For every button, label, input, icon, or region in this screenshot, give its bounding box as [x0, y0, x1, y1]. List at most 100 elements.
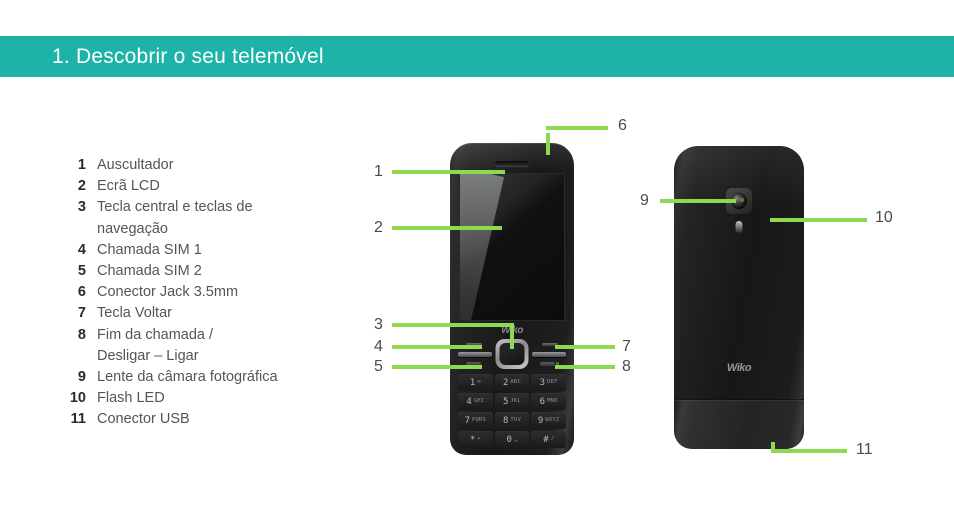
legend-number: 9	[77, 369, 86, 386]
key-letters: ♪	[550, 436, 555, 443]
leader-line-2	[392, 226, 502, 230]
legend-number: 1	[77, 157, 86, 173]
phone-back-illustration: Wiko	[674, 146, 804, 449]
legend-number: 11	[70, 411, 86, 428]
keypad-key: 6 MNO	[531, 393, 566, 410]
keypad-key: 1 ∞	[458, 374, 493, 391]
leader-line-8	[555, 365, 615, 369]
legend-number: 7	[77, 305, 86, 322]
key-digit: 2	[503, 377, 509, 388]
keypad-key: 4 GHI	[458, 393, 493, 410]
callout-number-7: 7	[622, 338, 631, 355]
page-title: 1. Descobrir o seu telemóvel	[52, 45, 324, 68]
page-root: 1. Descobrir o seu telemóvel 1 Auscultad…	[0, 0, 954, 527]
callout-number-11: 11	[856, 441, 873, 458]
list-item: 10 Flash LED	[58, 388, 358, 409]
legend-label: Conector USB	[97, 411, 190, 428]
list-item: 3 Tecla central e teclas de	[58, 197, 358, 218]
list-item: 1 Auscultador	[58, 155, 358, 176]
legend-label: Tecla central e teclas de	[97, 199, 253, 216]
key-letters: ∞	[477, 379, 481, 386]
callout-number-10: 10	[875, 209, 893, 226]
key-letters: ABC	[510, 379, 521, 386]
back-bottom-cap	[674, 399, 804, 449]
legend-label: Tecla Voltar	[97, 305, 172, 322]
keypad-key: 7 PQRS	[458, 412, 493, 429]
list-item: 6 Conector Jack 3.5mm	[58, 282, 358, 303]
keypad-key: 3 DEF	[531, 374, 566, 391]
call-key-sim1	[458, 352, 492, 357]
leader-line-11	[771, 449, 847, 453]
list-item: 5 Chamada SIM 2	[58, 261, 358, 282]
leader-line-7	[555, 345, 615, 349]
brand-logo-back: Wiko	[726, 362, 752, 374]
legend-label-continuation: Desligar – Ligar	[97, 347, 199, 364]
callout-number-6: 6	[618, 117, 627, 134]
legend-label: Ecrã LCD	[97, 178, 160, 195]
leader-line-9	[660, 199, 736, 203]
legend-label: Auscultador	[97, 157, 174, 173]
legend-label: Fim da chamada /	[97, 326, 214, 343]
key-letters: +	[477, 436, 481, 443]
legend-number: 3	[77, 199, 86, 216]
callout-number-9: 9	[640, 192, 649, 209]
key-digit: 0	[506, 434, 512, 445]
legend-label: Lente da câmara fotográfica	[97, 369, 278, 386]
leader-line-10	[770, 218, 867, 222]
callout-number-1: 1	[374, 163, 383, 180]
key-digit: 5	[503, 396, 509, 407]
key-digit: *	[469, 434, 476, 445]
list-item: 11 Conector USB	[58, 409, 358, 430]
key-letters: MNO	[547, 398, 558, 405]
legend-label: Flash LED	[97, 390, 165, 407]
key-letters: GHI	[473, 398, 485, 405]
keypad-key: # ♪	[531, 431, 566, 448]
key-letters: PQRS	[472, 417, 487, 424]
callout-number-8: 8	[622, 358, 631, 375]
leader-line-5	[392, 365, 482, 369]
legend-number: 10	[69, 390, 86, 407]
legend-number: 6	[77, 284, 86, 301]
legend-label: Chamada SIM 2	[97, 263, 202, 280]
callout-number-5: 5	[374, 358, 383, 375]
leader-line-6	[546, 126, 608, 130]
call-key-sim2	[532, 352, 566, 357]
keypad-key: 9 WXYZ	[531, 412, 566, 429]
legend-number: 2	[77, 178, 86, 195]
key-digit: #	[543, 434, 549, 445]
list-item: 2 Ecrã LCD	[58, 176, 358, 197]
callout-number-3: 3	[374, 316, 383, 333]
key-digit: 3	[539, 377, 546, 388]
key-digit: 8	[503, 415, 509, 426]
keypad-key: 0 ␣	[494, 431, 530, 448]
callout-number-4: 4	[374, 338, 383, 355]
leader-line-1	[392, 170, 505, 174]
key-digit: 6	[539, 396, 546, 407]
list-item: 9 Lente da câmara fotográfica	[58, 367, 358, 388]
leader-line-3	[392, 323, 512, 327]
key-digit: 9	[537, 415, 544, 426]
earpiece-speaker	[495, 161, 529, 166]
list-item: 8 Fim da chamada /	[58, 325, 358, 346]
keypad-key: 2 ABC	[494, 374, 530, 391]
legend-label: Chamada SIM 1	[97, 241, 202, 258]
key-letters: DEF	[547, 379, 558, 386]
key-letters: TUV	[510, 417, 521, 424]
phone-front-illustration: Wiko 1 ∞ 2 ABC 3 DEF 4 GH	[450, 143, 574, 455]
key-digit: 1	[469, 377, 476, 388]
keypad-key: 5 JKL	[494, 393, 530, 410]
keypad-key: 8 TUV	[494, 412, 530, 429]
key-letters: JKL	[510, 398, 521, 405]
key-letters: ␣	[513, 436, 518, 443]
legend-number: 8	[77, 326, 86, 343]
legend-number: 4	[77, 241, 86, 258]
keypad-key: * +	[458, 431, 493, 448]
flash-led-icon	[735, 221, 743, 233]
legend-number: 5	[77, 263, 86, 280]
list-item: 7 Tecla Voltar	[58, 303, 358, 324]
legend-label-continuation: navegação	[97, 220, 168, 237]
leader-line-4	[392, 345, 482, 349]
key-digit: 7	[464, 415, 471, 426]
screen-reflection	[460, 174, 505, 320]
key-letters: WXYZ	[545, 417, 560, 424]
